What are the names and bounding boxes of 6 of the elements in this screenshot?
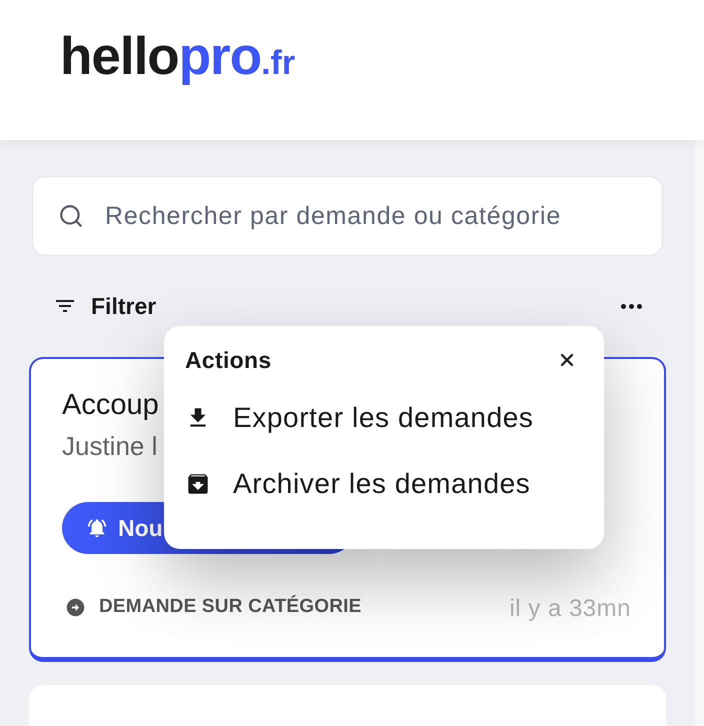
request-time: il y a 33mn xyxy=(509,594,632,624)
request-title: Accoup xyxy=(62,388,159,422)
request-source: DEMANDE SUR CATÉGORIE xyxy=(99,594,362,619)
requester-name: Justine l xyxy=(62,431,158,461)
popover-title: Actions xyxy=(185,347,272,373)
badge-label: Nou xyxy=(118,514,163,543)
